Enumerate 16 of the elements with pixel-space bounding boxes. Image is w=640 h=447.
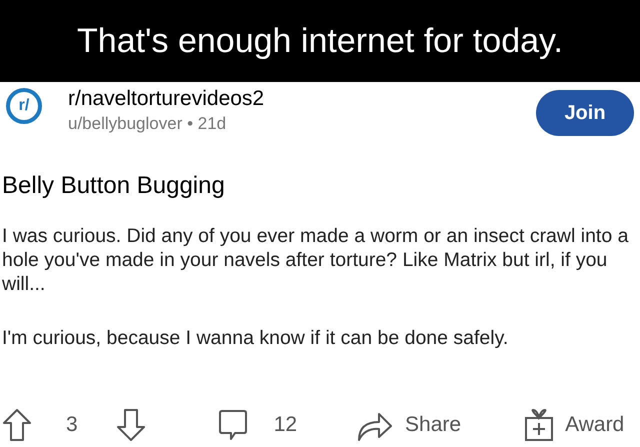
subreddit-name[interactable]: r/naveltorturevideos2	[68, 86, 264, 112]
award-button[interactable]: Award	[565, 409, 624, 441]
comment-count: 12	[274, 412, 298, 438]
downvote-icon[interactable]	[116, 408, 146, 442]
join-button[interactable]: Join	[536, 90, 634, 136]
caption: That's enough internet for today.	[77, 20, 563, 62]
subreddit-icon[interactable]: r/	[6, 88, 42, 124]
post-meta: u/bellybuglover • 21d	[68, 113, 228, 135]
post-paragraph: I was curious. Did any of you ever made a worm or an insect crawl into a hole you've made in your navels after torture? Like Matrix but irl, if you will...	[2, 224, 630, 296]
post-paragraph: I'm curious, because I wanna know if it can be done safely.	[2, 326, 510, 350]
upvote-icon[interactable]	[2, 408, 32, 442]
gift-icon[interactable]	[523, 408, 556, 442]
comment-icon[interactable]	[218, 409, 248, 441]
post-title: Belly Button Bugging	[1, 171, 226, 201]
share-button[interactable]: Share	[405, 409, 462, 441]
vote-count: 3	[66, 412, 78, 438]
